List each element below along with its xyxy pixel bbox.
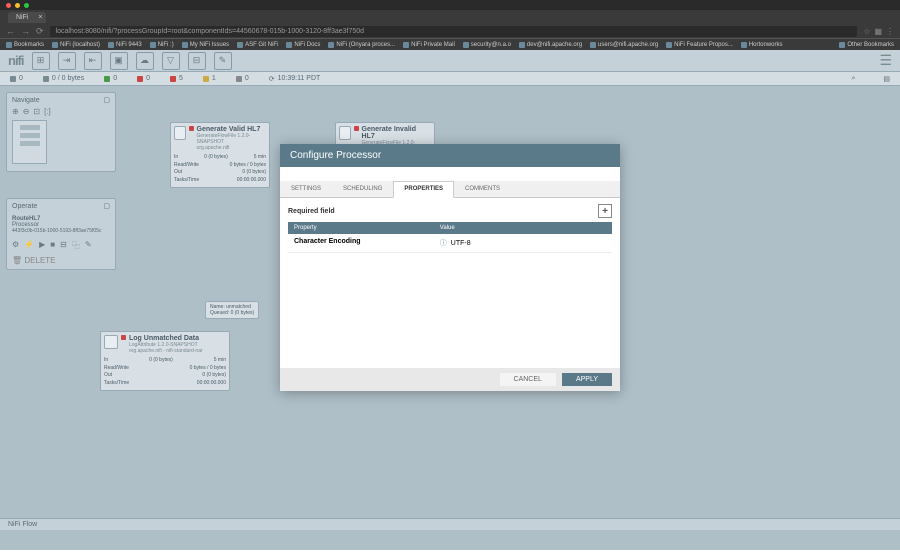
- bookmark-item[interactable]: NiFi 9443: [108, 42, 142, 48]
- star-icon[interactable]: ☆: [863, 27, 870, 36]
- bookmark-item[interactable]: users@nifi.apache.org: [590, 42, 658, 48]
- queued-count: 0 / 0 bytes: [52, 75, 84, 82]
- other-bookmarks[interactable]: Other Bookmarks: [839, 42, 894, 48]
- unknown-count: 0: [245, 75, 249, 82]
- apply-button[interactable]: APPLY: [562, 373, 612, 386]
- modal-overlay: Configure Processor SETTINGS SCHEDULING …: [0, 86, 900, 518]
- bookmark-item[interactable]: security@n.a.o: [463, 42, 511, 48]
- bookmark-icon: [52, 42, 58, 48]
- bookmark-item[interactable]: NiFi Docs: [286, 42, 320, 48]
- minimize-window-icon[interactable]: [15, 3, 20, 8]
- unknown-icon: [236, 76, 242, 82]
- cancel-button[interactable]: CANCEL: [500, 373, 556, 386]
- required-label: Required field: [288, 208, 335, 215]
- hamburger-menu-icon[interactable]: ☰: [879, 52, 892, 69]
- running-count: 0: [113, 75, 117, 82]
- maximize-window-icon[interactable]: [24, 3, 29, 8]
- property-row[interactable]: Character Encoding ⓘ UTF-8: [288, 234, 612, 253]
- bookmark-icon: [150, 42, 156, 48]
- breadcrumb[interactable]: NiFi Flow: [8, 521, 37, 528]
- bookmark-icon: [666, 42, 672, 48]
- info-icon[interactable]: ⓘ: [440, 240, 447, 247]
- add-process-group-icon[interactable]: ▣: [110, 52, 128, 70]
- browser-tab-bar: NiFi ×: [0, 10, 900, 24]
- bookmark-item[interactable]: ASF Git NiFi: [237, 42, 278, 48]
- close-tab-icon[interactable]: ×: [38, 14, 42, 21]
- add-property-button[interactable]: +: [598, 204, 612, 218]
- window-controls: [0, 0, 900, 10]
- bookmark-item[interactable]: Bookmarks: [6, 42, 44, 48]
- properties-table: Property Value Character Encoding ⓘ UTF-8: [288, 222, 612, 253]
- bookmark-icon: [182, 42, 188, 48]
- nifi-logo: nifi: [8, 53, 24, 68]
- disabled-icon: [203, 76, 209, 82]
- bookmarks-bar: Bookmarks NiFi (localhost) NiFi 9443 NiF…: [0, 38, 900, 50]
- invalid-icon: [170, 76, 176, 82]
- status-bar: 0 0 / 0 bytes 0 0 5 1 0 ⟳10:39:11 PDT ⌕ …: [0, 72, 900, 86]
- flow-canvas[interactable]: Navigate▢ ⊕ ⊖ ⊡ [:] Operate▢ RouteHL7 Pr…: [0, 86, 900, 518]
- property-name: Character Encoding: [294, 238, 361, 245]
- running-icon: [104, 76, 110, 82]
- configure-processor-dialog: Configure Processor SETTINGS SCHEDULING …: [280, 144, 620, 391]
- back-icon[interactable]: ←: [6, 26, 15, 37]
- bookmark-item[interactable]: My NiFi Issues: [182, 42, 229, 48]
- refresh-icon[interactable]: ⟳: [269, 75, 275, 83]
- add-processor-icon[interactable]: ⊞: [32, 52, 50, 70]
- active-threads-icon: [10, 76, 16, 82]
- tab-comments[interactable]: COMMENTS: [454, 181, 511, 197]
- add-remote-group-icon[interactable]: ☁: [136, 52, 154, 70]
- add-output-port-icon[interactable]: ⇤: [84, 52, 102, 70]
- bookmark-item[interactable]: NiFi :): [150, 42, 174, 48]
- tab-title: NiFi: [16, 14, 28, 21]
- bookmark-icon: [108, 42, 114, 48]
- bookmark-icon: [590, 42, 596, 48]
- bookmark-icon: [741, 42, 747, 48]
- bookmark-icon: [286, 42, 292, 48]
- address-input[interactable]: localhost:8080/nifi/?processGroupId=root…: [50, 26, 858, 37]
- search-icon[interactable]: ⌕: [851, 75, 855, 83]
- bookmark-icon: [328, 42, 334, 48]
- reload-icon[interactable]: ⟳: [36, 26, 44, 37]
- tab-settings[interactable]: SETTINGS: [280, 181, 332, 197]
- add-template-icon[interactable]: ⊟: [188, 52, 206, 70]
- add-label-icon[interactable]: ✎: [214, 52, 232, 70]
- forward-icon[interactable]: →: [21, 26, 30, 37]
- extension-icon[interactable]: ▦: [874, 27, 882, 36]
- tab-properties[interactable]: PROPERTIES: [393, 181, 454, 198]
- bookmark-item[interactable]: NiFi Private Mail: [403, 42, 455, 48]
- url-bar: ← → ⟳ localhost:8080/nifi/?processGroupI…: [0, 24, 900, 38]
- active-count: 0: [19, 75, 23, 82]
- stopped-count: 0: [146, 75, 150, 82]
- browser-tab[interactable]: NiFi ×: [8, 12, 46, 23]
- tab-scheduling[interactable]: SCHEDULING: [332, 181, 393, 197]
- bookmark-icon: [463, 42, 469, 48]
- dialog-tabs: SETTINGS SCHEDULING PROPERTIES COMMENTS: [280, 181, 620, 198]
- close-window-icon[interactable]: [6, 3, 11, 8]
- property-value: UTF-8: [451, 240, 471, 247]
- add-funnel-icon[interactable]: ▽: [162, 52, 180, 70]
- bookmark-item[interactable]: NiFi Feature Propos...: [666, 42, 733, 48]
- add-input-port-icon[interactable]: ⇥: [58, 52, 76, 70]
- bookmark-icon: [237, 42, 243, 48]
- folder-icon: [839, 42, 845, 48]
- bookmark-icon: [6, 42, 12, 48]
- dialog-title: Configure Processor: [280, 144, 620, 167]
- bulletin-icon[interactable]: ▤: [883, 75, 890, 83]
- bookmark-item[interactable]: dev@nifi.apache.org: [519, 42, 582, 48]
- bookmark-item[interactable]: Hortonworks: [741, 42, 783, 48]
- invalid-count: 5: [179, 75, 183, 82]
- bookmark-icon: [403, 42, 409, 48]
- bookmark-item[interactable]: NiFi (localhost): [52, 42, 100, 48]
- status-time: 10:39:11 PDT: [278, 75, 321, 82]
- bookmark-item[interactable]: NiFi (Onyara proces...: [328, 42, 395, 48]
- menu-icon[interactable]: ⋮: [886, 27, 894, 36]
- stopped-icon: [137, 76, 143, 82]
- disabled-count: 1: [212, 75, 216, 82]
- bookmark-icon: [519, 42, 525, 48]
- th-property: Property: [288, 222, 434, 234]
- breadcrumb-bar: NiFi Flow: [0, 518, 900, 530]
- queued-icon: [43, 76, 49, 82]
- th-value: Value: [434, 222, 612, 234]
- app-toolbar: nifi ⊞ ⇥ ⇤ ▣ ☁ ▽ ⊟ ✎ ☰: [0, 50, 900, 72]
